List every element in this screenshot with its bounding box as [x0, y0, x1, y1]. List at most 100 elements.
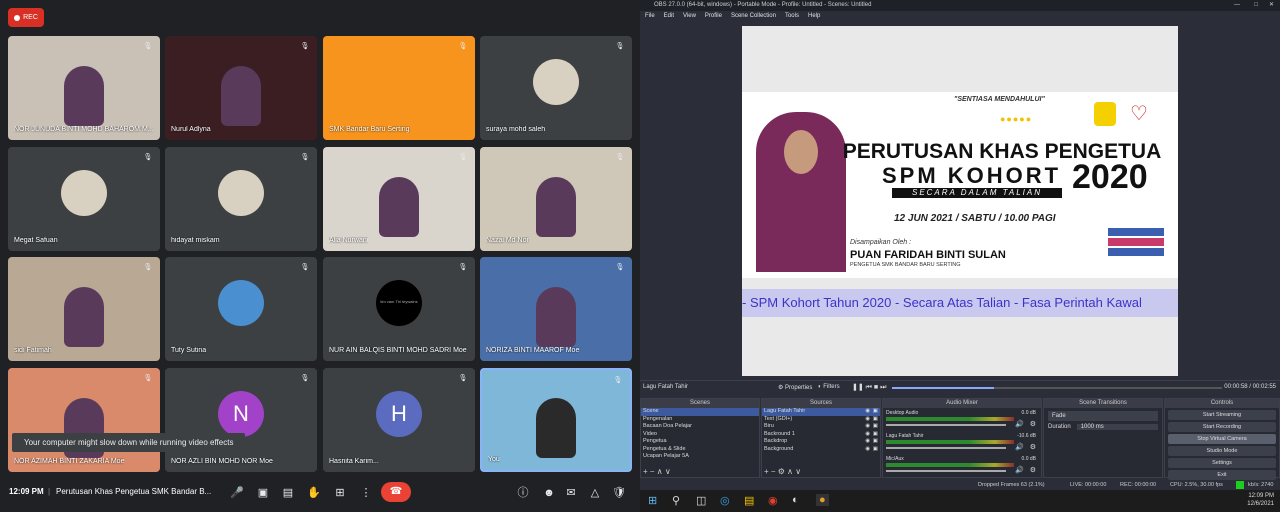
participant-tile[interactable]: suraya mohd saleh 🎙	[480, 36, 632, 140]
mic-muted-icon: 🎙	[615, 264, 625, 271]
participant-tile[interactable]: Nurul Adlyna 🎙	[165, 36, 317, 140]
lock-icon[interactable]: ▣	[873, 416, 878, 424]
participant-tile[interactable]: N NOR AZLI BIN MOHD NOR Moe 🎙	[165, 368, 317, 472]
scene-item[interactable]: Pengetua & Slide	[641, 446, 759, 454]
visibility-eye-icon[interactable]: ◉	[865, 408, 870, 416]
visibility-eye-icon[interactable]: ◉	[865, 446, 870, 454]
menu-item[interactable]: Help	[808, 13, 820, 19]
maximize-icon[interactable]: □	[1254, 0, 1258, 11]
filters-button[interactable]: ◐ Filters	[818, 384, 840, 390]
volume-slider[interactable]	[886, 424, 1006, 426]
menu-item[interactable]: Tools	[785, 13, 799, 19]
visibility-eye-icon[interactable]: ◉	[865, 416, 870, 424]
presenter-role: PENGETUA SMK BANDAR BARU SERTING	[850, 262, 961, 268]
scene-buttons[interactable]: + − ∧ ∨	[643, 467, 671, 476]
participant-tile[interactable]: Megat Safuan 🎙	[8, 147, 160, 251]
transition-select[interactable]: Fade	[1048, 411, 1158, 421]
edge-icon[interactable]: ◎	[720, 494, 730, 507]
menu-item[interactable]: Edit	[664, 13, 674, 19]
present-icon[interactable]: ⊞	[330, 484, 350, 502]
participant-tile[interactable]: Alia Nurwani 🎙	[323, 147, 475, 251]
camera-icon[interactable]: ▣	[253, 484, 273, 502]
scene-item[interactable]: Scene	[641, 408, 759, 416]
control-button[interactable]: Start Streaming	[1168, 410, 1276, 420]
more-options-icon[interactable]: ⋮	[356, 484, 376, 502]
task-view-icon[interactable]: ◫	[696, 494, 706, 507]
minimize-icon[interactable]: —	[1234, 0, 1240, 11]
menu-item[interactable]: Scene Collection	[731, 13, 776, 19]
source-item[interactable]: Lagu Fatah Tahir ◉ ▣	[762, 408, 880, 416]
speaker-icon[interactable]: 🔊	[1015, 420, 1024, 428]
participant-tile[interactable]: H Hasnita Karim... 🎙	[323, 368, 475, 472]
obs-taskbar-icon[interactable]: ◐	[792, 494, 799, 506]
close-icon[interactable]: ✕	[1269, 0, 1274, 11]
lock-icon[interactable]: ▣	[873, 408, 878, 416]
lock-icon[interactable]: ▣	[873, 438, 878, 446]
scene-item[interactable]: Video	[641, 431, 759, 439]
info-icon[interactable]: ⓘ	[513, 484, 533, 502]
participant-tile[interactable]: SMK Bandar Baru Serting 🎙	[323, 36, 475, 140]
raise-hand-icon[interactable]: ✋	[304, 484, 324, 502]
visibility-eye-icon[interactable]: ◉	[865, 438, 870, 446]
properties-button[interactable]: ⚙ Properties	[778, 384, 812, 391]
captions-icon[interactable]: ▤	[278, 484, 298, 502]
people-icon[interactable]: ☻	[539, 484, 559, 502]
participant-tile[interactable]: You 🎙	[480, 368, 632, 472]
source-item[interactable]: Background ◉ ▣	[762, 446, 880, 454]
menu-item[interactable]: File	[645, 13, 655, 19]
control-button[interactable]: Start Recording	[1168, 422, 1276, 432]
mixer-channel: Desktop Audio 0.0 dB 🔊 ⚙	[886, 409, 1038, 431]
chrome-icon[interactable]: ◉	[768, 494, 778, 507]
mixer-settings-icon[interactable]: ⚙	[1030, 466, 1036, 474]
media-seek-bar[interactable]	[892, 387, 1222, 389]
volume-slider[interactable]	[886, 447, 1006, 449]
activities-icon[interactable]: △	[585, 484, 605, 502]
volume-slider[interactable]	[886, 470, 1006, 472]
end-call-button[interactable]: ☎	[381, 482, 411, 502]
control-button[interactable]: Settings	[1168, 458, 1276, 468]
scene-item[interactable]: Pengetua	[641, 438, 759, 446]
app-taskbar-icon[interactable]: ●	[816, 494, 829, 506]
source-item[interactable]: Biru ◉ ▣	[762, 423, 880, 431]
control-button[interactable]: Stop Virtual Camera	[1168, 434, 1276, 444]
participant-tile[interactable]: Nazai Md Nor 🎙	[480, 147, 632, 251]
participant-tile[interactable]: NORIZA BINTI MAAROF Moe 🎙	[480, 257, 632, 361]
source-item[interactable]: Backdrop ◉ ▣	[762, 438, 880, 446]
lock-icon[interactable]: ▣	[873, 446, 878, 454]
video-effects-toast: Your computer might slow down while runn…	[12, 433, 246, 452]
source-item[interactable]: Backround 1 ◉ ▣	[762, 431, 880, 439]
windows-start-icon[interactable]: ⊞	[648, 494, 657, 507]
participant-tile[interactable]: tim vam Thi teywalns NUR AIN BALQIS BINTI…	[323, 257, 475, 361]
source-buttons[interactable]: + − ⚙ ∧ ∨	[764, 467, 801, 476]
lock-icon[interactable]: ▣	[873, 423, 878, 431]
mixer-settings-icon[interactable]: ⚙	[1030, 420, 1036, 428]
visibility-eye-icon[interactable]: ◉	[865, 423, 870, 431]
speaker-icon[interactable]: 🔊	[1015, 466, 1024, 474]
duration-input[interactable]: 1000 ms	[1076, 424, 1158, 430]
scene-item[interactable]: Ucapan Pelajar 5A	[641, 453, 759, 461]
source-item[interactable]: Text (GDI+) ◉ ▣	[762, 416, 880, 424]
mixer-settings-icon[interactable]: ⚙	[1030, 443, 1036, 451]
lock-icon[interactable]: ▣	[873, 431, 878, 439]
participant-tile[interactable]: sidi Fatimah 🎙	[8, 257, 160, 361]
speaker-icon[interactable]: 🔊	[1015, 443, 1024, 451]
chat-icon[interactable]: ✉	[561, 484, 581, 502]
mic-muted-icon: 🎙	[300, 154, 310, 161]
control-button[interactable]: Studio Mode	[1168, 446, 1276, 456]
menu-item[interactable]: Profile	[705, 13, 722, 19]
taskbar-clock[interactable]: 12:09 PM 12/6/2021	[1247, 492, 1274, 508]
participant-tile[interactable]: NOR AZIMAH BINTI ZAKARIA Moe 🎙	[8, 368, 160, 472]
host-controls-icon[interactable]: 🛡	[609, 484, 629, 502]
participant-tile[interactable]: Tuty Sutina 🎙	[165, 257, 317, 361]
scene-item[interactable]: Bacaan Doa Pelajar	[641, 423, 759, 431]
search-icon[interactable]: ⚲	[672, 494, 680, 507]
scene-item[interactable]: Pengenalan	[641, 416, 759, 424]
participant-tile[interactable]: NOR JUNUDA BINTI MOHD BAHAROM M... 🎙	[8, 36, 160, 140]
mic-icon[interactable]: 🎤	[227, 484, 247, 502]
menu-item[interactable]: View	[683, 13, 696, 19]
file-explorer-icon[interactable]: ▤	[744, 494, 754, 507]
visibility-eye-icon[interactable]: ◉	[865, 431, 870, 439]
media-controls[interactable]: ❚❚ ⏮ ■ ⏭	[852, 383, 886, 392]
participant-tile[interactable]: hidayat miskam 🎙	[165, 147, 317, 251]
control-button[interactable]: Exit	[1168, 470, 1276, 480]
